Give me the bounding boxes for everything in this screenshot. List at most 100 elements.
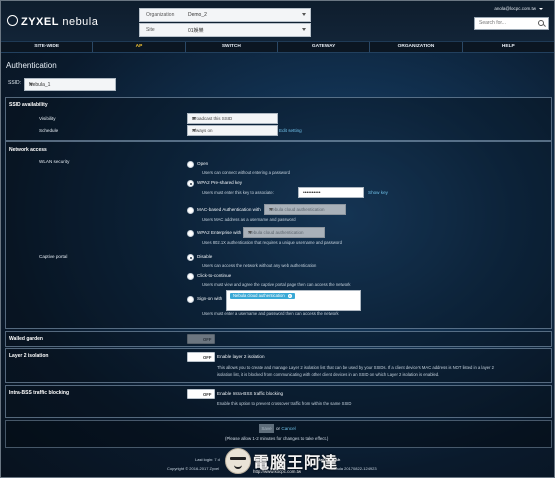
last-login: Last login: 7 d (195, 457, 220, 462)
copyright: Copyright © 2016-2017 Zyxel (167, 466, 220, 471)
mascot-icon (225, 448, 251, 474)
chevron-down-icon (269, 208, 273, 211)
visibility-label: Visibility (39, 116, 56, 121)
radio-click-to-continue[interactable] (187, 273, 194, 280)
tab-ap[interactable]: AP (93, 42, 186, 52)
chevron-down-icon (29, 83, 33, 86)
disable-label: Disable (197, 254, 213, 259)
radio-mac-auth[interactable] (187, 207, 194, 214)
show-key-link[interactable]: Show key (368, 190, 388, 195)
watermark: 電腦王阿達 http://www.kocpc.com.tw (225, 447, 347, 477)
walled-garden-title: Walled garden (9, 336, 43, 342)
layer2-toggle-state: OFF (203, 354, 212, 360)
ssid-label: SSID: (8, 80, 22, 86)
tab-organization[interactable]: ORGANIZATION (370, 42, 463, 52)
search-box (474, 17, 549, 30)
edit-setting-link[interactable]: Edit setting (279, 128, 302, 133)
layer2-desc-line2: isolation list, it is blocked from commu… (217, 372, 440, 377)
logo-product: nebula (62, 16, 99, 28)
radio-disable[interactable] (187, 254, 194, 261)
organization-selector[interactable]: Organization Demo_2 (139, 8, 311, 22)
tab-help[interactable]: HELP (463, 42, 554, 52)
intra-bss-title: Intra-BSS traffic blocking (9, 390, 70, 396)
sign-on-tag: Nebula cloud authentication x (230, 293, 295, 299)
visibility-value: Broadcast this SSID (192, 116, 233, 121)
click-to-continue-desc: Users must view and agree the captive po… (202, 282, 351, 287)
walled-garden-toggle[interactable]: OFF (187, 334, 215, 344)
psk-value: •••••••••• (303, 190, 321, 196)
logo-icon (7, 15, 18, 26)
tag-remove-icon[interactable]: x (287, 294, 292, 298)
wpa2-psk-desc: Users must enter this key to associate: (202, 190, 274, 195)
save-button[interactable]: Save (259, 424, 274, 433)
layer2-isolation-title: Layer 2 isolation (9, 353, 49, 359)
disable-desc: Users can access the network without any… (202, 263, 317, 268)
top-bar: ZYXEL nebula Organization Demo_2 Site 01… (1, 1, 554, 41)
radio-wpa2-enterprise[interactable] (187, 230, 194, 237)
mac-auth-value: Nebula cloud authentication (269, 207, 325, 212)
intra-bss-desc: Enable this option to prevent crossover … (217, 401, 352, 406)
wpa2-enterprise-select[interactable]: Nebula cloud authentication (243, 227, 325, 238)
layer2-isolation-label: Enable layer 2 isolation (217, 354, 265, 359)
zyxel-nebula-logo[interactable]: ZYXEL nebula (7, 15, 98, 28)
click-to-continue-label: Click-to-continue (197, 273, 232, 278)
page-title: Authentication (6, 61, 57, 70)
organization-value: Demo_2 (188, 12, 207, 18)
radio-sign-on[interactable] (187, 296, 194, 303)
psk-field[interactable]: •••••••••• (298, 187, 364, 198)
chevron-down-icon (248, 231, 252, 234)
radio-wpa2-psk[interactable] (187, 180, 194, 187)
intra-bss-toggle-state: OFF (203, 391, 212, 397)
wlan-security-label: WLAN security (39, 159, 70, 164)
apply-note: (Please allow 1-2 minutes for changes to… (225, 436, 329, 441)
app-window: ZYXEL nebula Organization Demo_2 Site 01… (0, 0, 555, 478)
wpa2-enterprise-value: Nebula cloud authentication (248, 230, 304, 235)
mac-auth-label: MAC-based Authentication with (197, 207, 261, 212)
user-menu[interactable]: anola@locpc.com.tw (494, 6, 543, 11)
main-nav: SITE-WIDE AP SWITCH GATEWAY ORGANIZATION… (1, 41, 554, 53)
watermark-url: http://www.kocpc.com.tw (253, 469, 302, 474)
site-selector[interactable]: Site 01娛樂 (139, 23, 311, 37)
sign-on-desc: Users must enter a username and password… (202, 311, 339, 316)
visibility-select[interactable]: Broadcast this SSID (187, 113, 278, 124)
layer2-desc-line1: This allows you to create and manage Lay… (217, 365, 494, 370)
schedule-label: Schedule (39, 128, 59, 133)
chevron-down-icon (302, 28, 306, 31)
tab-switch[interactable]: SWITCH (186, 42, 278, 52)
tab-gateway[interactable]: GATEWAY (278, 42, 371, 52)
site-label: Site (146, 27, 155, 33)
intra-bss-label: Enable Intra-BSS traffic blocking (217, 391, 284, 396)
or-cancel: or Cancel (276, 426, 296, 431)
network-access-title: Network access (9, 147, 47, 153)
open-label: Open (197, 161, 209, 166)
open-desc: Users can connect without entering a pas… (202, 170, 290, 175)
walled-garden-panel (5, 331, 552, 347)
chevron-down-icon (192, 129, 196, 132)
wpa2-psk-label: WPA2 Pre-shared key (197, 180, 243, 185)
wpa2-enterprise-desc: Uses 802.1X authentication that requires… (202, 240, 342, 245)
chevron-down-icon (539, 8, 543, 10)
tab-site-wide[interactable]: SITE-WIDE (1, 42, 94, 52)
chevron-down-icon (302, 13, 306, 16)
search-icon[interactable] (538, 20, 544, 26)
mac-auth-select[interactable]: Nebula cloud authentication (264, 204, 346, 215)
captive-portal-label: Captive portal (39, 254, 68, 259)
intra-bss-toggle[interactable]: OFF (187, 389, 215, 399)
or-text: or (276, 426, 281, 431)
sign-on-label: Sign-on with (197, 296, 223, 301)
ssid-availability-panel (5, 97, 552, 141)
schedule-select[interactable]: Always on (187, 125, 278, 136)
search-input[interactable] (475, 18, 535, 27)
sign-on-tag-label: Nebula cloud authentication (233, 293, 285, 298)
mac-auth-desc: Users MAC address as a username and pass… (202, 217, 296, 222)
wpa2-enterprise-label: WPA2 Enterprise with (197, 230, 242, 235)
user-email: anola@locpc.com.tw (494, 6, 536, 11)
organization-label: Organization (146, 12, 175, 18)
cancel-link[interactable]: Cancel (281, 426, 295, 431)
site-value: 01娛樂 (188, 28, 204, 34)
layer2-isolation-toggle[interactable]: OFF (187, 352, 215, 362)
sign-on-tag-input[interactable]: Nebula cloud authentication x (226, 290, 361, 311)
ssid-select[interactable]: Nebula_1 (24, 78, 116, 91)
radio-open[interactable] (187, 161, 194, 168)
ssid-availability-title: SSID availability (9, 102, 48, 108)
